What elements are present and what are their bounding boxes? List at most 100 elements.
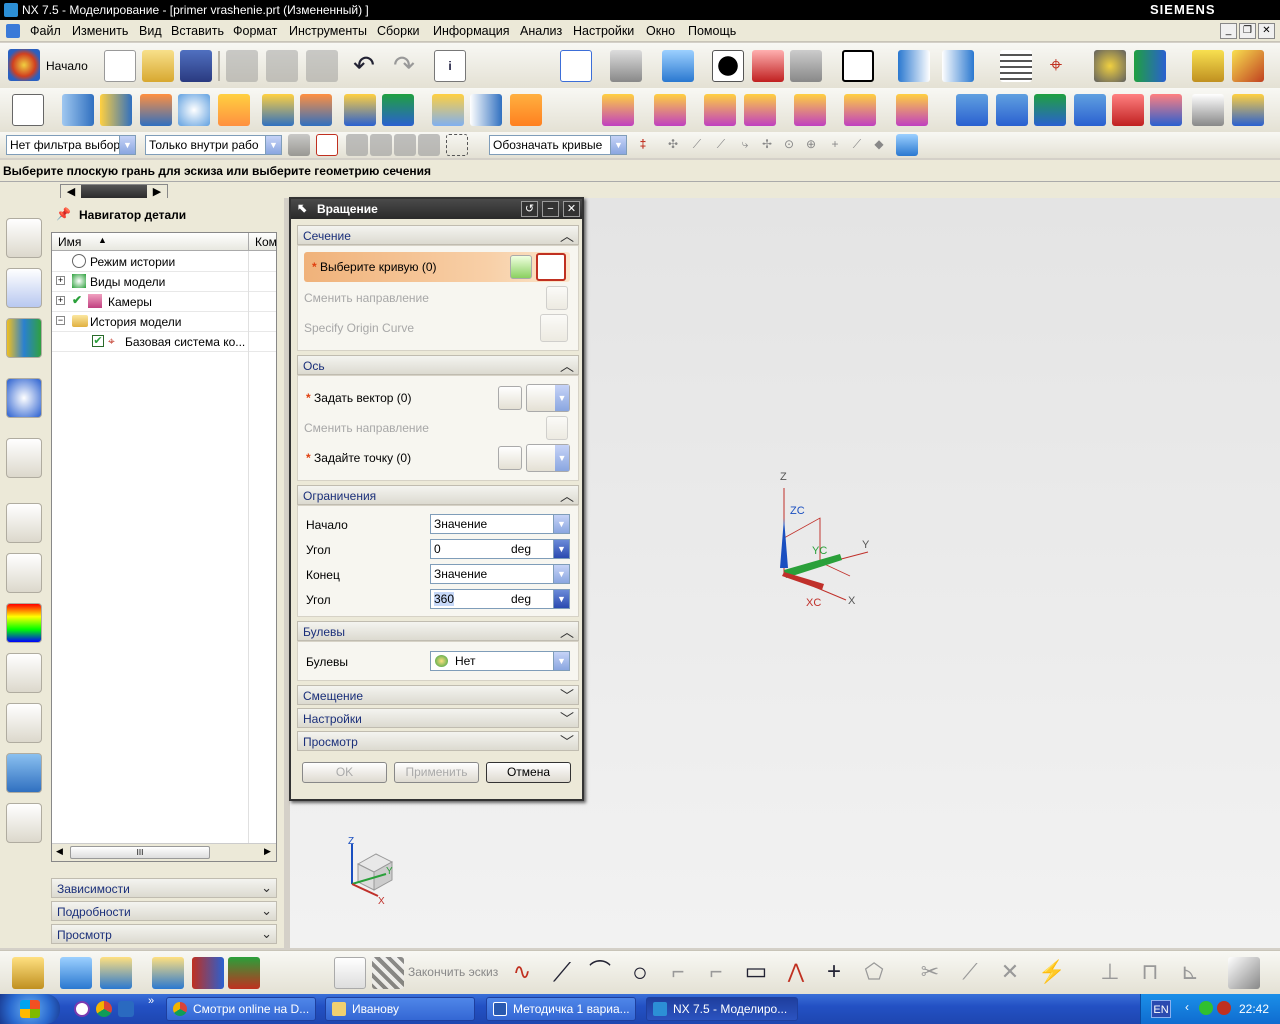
rectangle-select-icon[interactable] [446,134,468,156]
taskbar-item-nx[interactable]: NX 7.5 - Моделиро... [646,997,798,1021]
replace-face-icon[interactable] [744,94,776,126]
background-icon[interactable] [842,50,874,82]
part-navigator-icon[interactable] [6,268,42,308]
menu-view[interactable]: Вид [139,24,162,38]
fit-view-icon[interactable] [560,50,592,82]
taskbar-item-folder[interactable]: Иванову [325,997,475,1021]
show-constraints-icon[interactable]: ⊾ [1174,957,1206,989]
process-studio-icon[interactable] [6,603,42,643]
redo-icon[interactable]: ↷ [388,50,420,82]
arc-icon[interactable]: ⌒ [584,957,616,989]
menu-information[interactable]: Информация [433,24,510,38]
cancel-button[interactable]: Отмена [486,762,571,783]
line-icon[interactable]: ⟋ [546,957,578,989]
start-icon[interactable] [8,49,40,81]
swept-icon[interactable] [1034,94,1066,126]
antivirus-icon[interactable] [1217,1001,1231,1015]
polygon-icon[interactable]: ⋀ [780,957,812,989]
sketch-task-icon[interactable] [334,957,366,989]
section-view-icon[interactable] [752,50,784,82]
scroll-thumb[interactable]: III [70,846,210,859]
reverse-direction-icon[interactable] [546,286,568,310]
orient-view-icon[interactable] [712,50,744,82]
copy-face-icon[interactable] [844,94,876,126]
settings-group-header[interactable]: Настройки ﹀ [297,708,579,728]
quick-trim-icon[interactable]: ✂ [914,957,946,989]
snap-center-icon[interactable]: ⊙ [778,134,800,156]
language-indicator[interactable]: EN [1151,1000,1171,1018]
studio-surface-icon[interactable] [1112,94,1144,126]
component-icon[interactable] [60,957,92,989]
quicklaunch-overflow-icon[interactable]: » [148,995,154,1007]
extrude-icon[interactable] [62,94,94,126]
mirror-assembly-icon[interactable] [192,957,224,989]
edge-blend-icon[interactable] [510,94,542,126]
pattern-icon[interactable] [300,94,332,126]
assembly-navigator-icon[interactable] [6,218,42,258]
web-browser-icon[interactable] [6,438,42,478]
apply-button[interactable]: Применить [394,762,479,783]
paste-icon[interactable] [306,50,338,82]
reverse-direction-icon[interactable] [546,416,568,440]
origin-curve-icon[interactable] [540,314,568,342]
details-section[interactable]: Подробности ⌄ [51,901,277,921]
measure-angle-icon[interactable] [1232,50,1264,82]
pocket-icon[interactable] [218,94,250,126]
type-filter-dropdown[interactable]: Нет фильтра выбор ▼ [6,135,136,155]
collapse-icon[interactable]: − [56,316,65,325]
unite-icon[interactable] [344,94,376,126]
wcs-origin-icon[interactable] [942,50,974,82]
ruled-icon[interactable] [1192,94,1224,126]
auto-dimension-icon[interactable]: ⚡ [1036,957,1068,989]
expand-icon[interactable]: + [56,296,65,305]
wcs-dynamics-icon[interactable] [898,50,930,82]
spin-down-icon[interactable]: ▼ [553,540,569,558]
object-display-icon[interactable] [1094,50,1126,82]
column-name[interactable]: Имя [58,235,81,249]
snap-on-curve-icon[interactable]: ⟋ [846,134,868,156]
limits-group-header[interactable]: Ограничения ︿ [297,485,579,505]
section-group-header[interactable]: Сечение ︿ [297,225,579,245]
scroll-right-icon[interactable]: ▶ [264,846,271,857]
menu-file[interactable]: Файл [30,24,61,38]
roles-icon[interactable] [6,703,42,743]
menu-insert[interactable]: Вставить [171,24,224,38]
measure-distance-icon[interactable] [1192,50,1224,82]
point-constructor-icon[interactable] [498,446,522,470]
pattern-face-icon[interactable] [896,94,928,126]
show-hide-icon[interactable] [1134,50,1166,82]
chamfer-icon[interactable]: ⌐ [700,957,732,989]
tree-row-history-mode[interactable]: Режим истории [52,252,276,272]
system-materials-icon[interactable] [6,553,42,593]
boolean-dropdown[interactable]: Нет ▼ [430,651,570,671]
convert-reference-icon[interactable] [1228,957,1260,989]
point-icon[interactable]: + [818,957,850,989]
horizontal-scrollbar[interactable]: ◀ III ▶ [52,843,276,861]
preview-section[interactable]: Просмотр ⌄ [51,924,277,944]
column-divider[interactable] [248,233,249,251]
taskbar-item-chrome[interactable]: Смотри online на D... [166,997,316,1021]
select-faces-icon[interactable] [370,134,392,156]
thicken-icon[interactable] [1232,94,1264,126]
scroll-left-icon[interactable]: ◀ [56,846,63,857]
snap-control-icon[interactable]: ⤷ [734,134,756,156]
menu-app-icon[interactable] [6,24,20,38]
sketch-section-icon[interactable] [510,255,532,279]
offset-group-header[interactable]: Смещение ﹀ [297,685,579,705]
mesh-surface-icon[interactable] [996,94,1028,126]
feature-select-icon[interactable] [316,134,338,156]
dimension-icon[interactable]: ⊥ [1094,957,1126,989]
curve-select-icon[interactable] [536,253,566,281]
restore-button[interactable]: ❐ [1239,23,1256,39]
add-component-icon[interactable] [100,957,132,989]
finish-sketch-label[interactable]: Закончить эскиз [408,965,498,979]
hole-icon[interactable] [140,94,172,126]
tree-row-datum-csys[interactable]: ✔ ⌖ Базовая система ко... [52,332,276,352]
select-curves-icon[interactable] [346,134,368,156]
clock[interactable]: 22:42 [1239,1002,1269,1016]
menu-analysis[interactable]: Анализ [520,24,562,38]
through-curves-icon[interactable] [956,94,988,126]
render-style-icon[interactable] [610,50,642,82]
menu-assemblies[interactable]: Сборки [377,24,420,38]
delete-face-icon[interactable] [704,94,736,126]
